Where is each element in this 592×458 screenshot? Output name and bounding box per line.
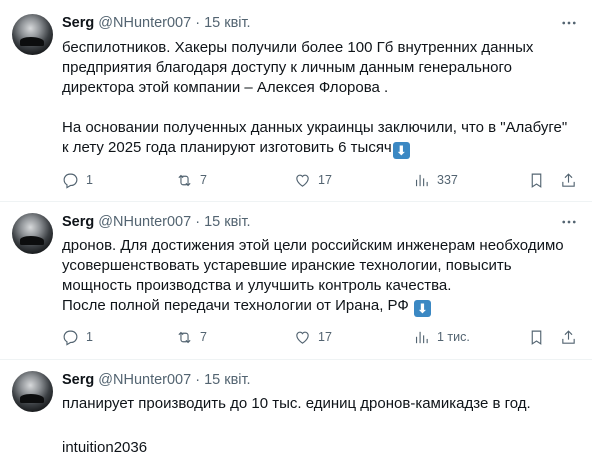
reply-button[interactable]: 1 — [62, 170, 93, 190]
retweet-icon — [178, 174, 191, 186]
share-icon — [562, 329, 575, 344]
separator-dot: · — [195, 372, 201, 388]
like-count: 17 — [318, 173, 332, 187]
tweet-line: После полной передачи технологии от Иран… — [62, 297, 409, 314]
avatar[interactable] — [12, 213, 53, 254]
views-chart-icon — [415, 331, 428, 343]
separator-dot: · — [195, 15, 201, 31]
bookmark-icon — [531, 173, 542, 188]
author-handle[interactable]: @NHunter007 — [98, 372, 191, 388]
heart-icon — [296, 331, 309, 344]
tweet-line: к лету 2025 года планируют изготовить 6 … — [62, 139, 392, 156]
tweet-line: усовершенствовать устаревшие иранские те… — [62, 257, 512, 274]
views-count: 337 — [437, 173, 458, 187]
reply-button[interactable]: 1 — [62, 327, 93, 347]
retweet-button[interactable]: 7 — [176, 170, 207, 190]
like-button[interactable]: 17 — [294, 170, 332, 190]
tweet-date[interactable]: 15 квіт. — [204, 15, 251, 31]
tweet-line: беспилотников. Хакеры получили более 100… — [62, 39, 534, 56]
avatar[interactable] — [12, 371, 53, 412]
avatar[interactable] — [12, 14, 53, 55]
share-icon — [562, 172, 575, 187]
down-arrow-emoji-icon: ⬇ — [392, 142, 410, 159]
bookmark-button[interactable] — [528, 327, 552, 347]
views-button[interactable]: 1 тис. — [413, 327, 470, 347]
like-button[interactable]: 17 — [294, 327, 332, 347]
more-options-icon[interactable] — [560, 14, 578, 32]
author-handle[interactable]: @NHunter007 — [98, 214, 191, 230]
author-name[interactable]: Serg — [62, 372, 94, 388]
tweet-line: предприятия благодаря доступу к личным д… — [62, 59, 512, 76]
retweet-count: 7 — [200, 173, 207, 187]
share-button[interactable] — [560, 170, 584, 190]
author-name[interactable]: Serg — [62, 214, 94, 230]
tweet-header: Serg @NHunter007 · 15 квіт. — [62, 371, 251, 389]
bookmark-icon — [531, 330, 542, 345]
author-name[interactable]: Serg — [62, 15, 94, 31]
retweet-button[interactable]: 7 — [176, 327, 207, 347]
down-arrow-emoji-icon: ⬇ — [413, 300, 431, 317]
retweet-count: 7 — [200, 330, 207, 344]
more-options-icon[interactable] — [560, 213, 578, 231]
tweet-line: директора этой компании – Алексея Флоров… — [62, 79, 389, 96]
views-count: 1 тис. — [437, 330, 470, 344]
like-count: 17 — [318, 330, 332, 344]
tweet-text: беспилотников. Хакеры получили более 100… — [62, 38, 582, 159]
bookmark-button[interactable] — [528, 170, 552, 190]
tweet-divider — [0, 359, 592, 360]
reply-icon — [63, 173, 78, 189]
reply-icon — [63, 330, 78, 346]
tweet-line: мощность производства и улучшить контрол… — [62, 277, 452, 294]
tweet-header: Serg @NHunter007 · 15 квіт. — [62, 14, 251, 32]
tweet-date[interactable]: 15 квіт. — [204, 214, 251, 230]
heart-icon — [296, 174, 309, 187]
separator-dot: · — [195, 214, 201, 230]
share-button[interactable] — [560, 327, 584, 347]
tweet-date[interactable]: 15 квіт. — [204, 372, 251, 388]
tweet-text: дронов. Для достижения этой цели российс… — [62, 236, 582, 317]
views-chart-icon — [415, 174, 428, 186]
tweet-line: На основании полученных данных украинцы … — [62, 119, 568, 136]
tweet-line: дронов. Для достижения этой цели российс… — [62, 237, 564, 254]
reply-count: 1 — [86, 330, 93, 344]
tweet-header: Serg @NHunter007 · 15 квіт. — [62, 213, 251, 231]
tweet-divider — [0, 201, 592, 202]
retweet-icon — [178, 331, 191, 343]
views-button[interactable]: 337 — [413, 170, 458, 190]
reply-count: 1 — [86, 173, 93, 187]
tweet-actions: 1 7 17 1 тис. — [62, 327, 582, 347]
tweet-text: планирует производить до 10 тыс. единиц … — [62, 394, 582, 458]
tweet-line: intuition2036 — [62, 439, 148, 456]
author-handle[interactable]: @NHunter007 — [98, 15, 191, 31]
tweet-actions: 1 7 17 337 — [62, 170, 582, 190]
tweet-line: планирует производить до 10 тыс. единиц … — [62, 395, 531, 412]
